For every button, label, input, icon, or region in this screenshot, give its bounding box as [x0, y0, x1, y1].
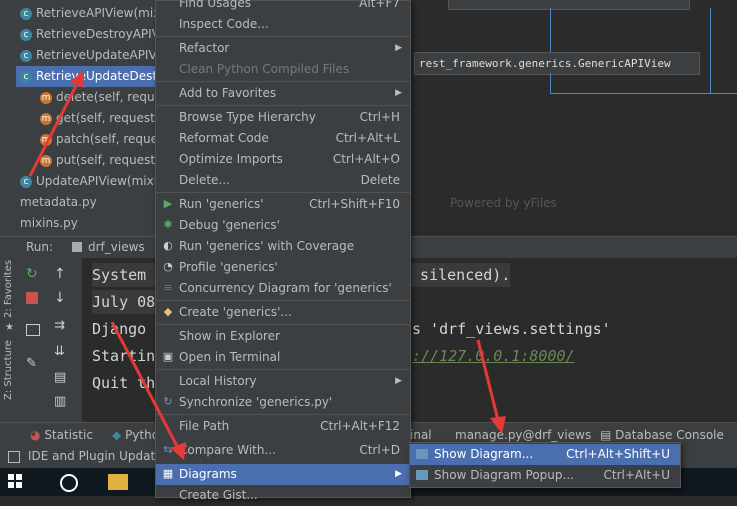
annotation-arrow [476, 339, 500, 421]
annotation-arrow [110, 321, 180, 449]
annotation-arrows [28, 70, 506, 460]
annotation-arrowhead [490, 416, 506, 434]
annotation-arrow [28, 81, 80, 177]
annotation-arrowhead [170, 442, 186, 460]
